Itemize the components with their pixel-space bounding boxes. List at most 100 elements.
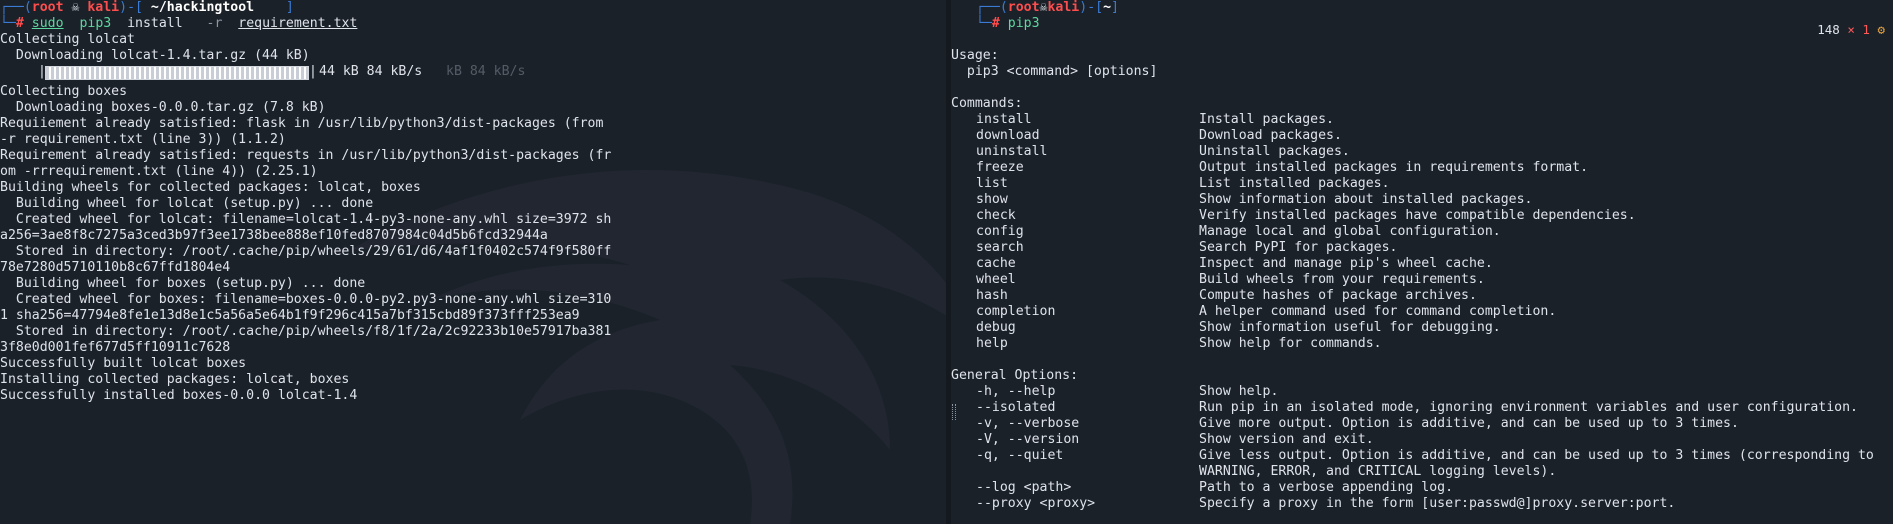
output-line: Installing collected packages: lolcat, b… <box>0 372 350 387</box>
output-line: 1 sha256=47794e8fe1e13d8e1c5a56a5e64b1f9… <box>0 308 580 323</box>
command-row-description: List installed packages. <box>1199 176 1390 191</box>
command-row: freeze Output installed packages in requi… <box>951 160 1893 176</box>
right-terminal-pane[interactable]: ┌──(root☠kali)-[~] └─# pip3 148 × 1 ⚙ Us… <box>951 0 1893 524</box>
commands-list: install Install packages. download Download… <box>951 112 1893 352</box>
option-row: --proxy <proxy> Specify a proxy in the fo… <box>951 496 1893 512</box>
command-row: help Show help for commands. <box>951 336 1893 352</box>
command-row: config Manage local and global configurat… <box>951 224 1893 240</box>
cmd-file: requirement.txt <box>238 16 358 31</box>
usage-line: pip3 <command> [options] <box>951 64 1158 79</box>
command-row-name: uninstall <box>976 144 1048 159</box>
prompt-user: root <box>1007 0 1040 15</box>
command-row-description: Show information useful for debugging. <box>1199 320 1501 335</box>
command-row-description: Compute hashes of package archives. <box>1199 288 1477 303</box>
command-row: show Show information about installed pac… <box>951 192 1893 208</box>
output-line: 3f8e0d001fef677d5ff10911c7628 <box>0 340 231 355</box>
output-line: Collecting lolcat <box>0 32 135 47</box>
option-row-name: --log <path> <box>976 480 1072 495</box>
option-row: --isolated Run pip in an isolated mode, i… <box>951 400 1893 416</box>
cmd-pip3: pip3 <box>79 16 112 31</box>
output-line: Successfully built lolcat boxes <box>0 356 247 371</box>
option-row: -v, --verbose Give more output. Option is… <box>951 416 1893 432</box>
command-row-description: Search PyPI for packages. <box>1199 240 1398 255</box>
output-line: Building wheels for collected packages: … <box>0 180 421 195</box>
command-row-description: Show information about installed package… <box>1199 192 1533 207</box>
prompt-directory: ~ <box>1103 0 1112 15</box>
output-line: 78e7280d5710110b8c67ffd1804e4 <box>0 260 231 275</box>
option-row-name: -V, --version <box>976 432 1080 447</box>
output-line: Stored in directory: /root/.cache/pip/wh… <box>0 244 612 259</box>
output-line: Downloading lolcat-1.4.tar.gz (44 kB) <box>0 48 310 63</box>
command-row-description: Build wheels from your requirements. <box>1199 272 1485 287</box>
command-row: install Install packages. <box>951 112 1893 128</box>
usage-header: Usage: <box>951 48 999 63</box>
command-row: debug Show information useful for debuggi… <box>951 320 1893 336</box>
command-row-description: Uninstall packages. <box>1199 144 1350 159</box>
option-row-name: -q, --quiet <box>976 448 1064 463</box>
command-row-description: Download packages. <box>1199 128 1342 143</box>
cmd-sudo: sudo <box>31 16 64 31</box>
option-row-name: --proxy <proxy> <box>976 496 1096 511</box>
output-line: Created wheel for boxes: filename=boxes-… <box>0 292 612 307</box>
command-row-description: Inspect and manage pip's wheel cache. <box>1199 256 1493 271</box>
cmd-pip3: pip3 <box>1007 16 1040 31</box>
command-row-description: Manage local and global configuration. <box>1199 224 1501 239</box>
options-list: -h, --help Show help. --isolated Run pip in… <box>951 384 1893 512</box>
command-row: hash Compute hashes of package archives. <box>951 288 1893 304</box>
cmd-install: install <box>127 16 183 31</box>
option-row-name: -v, --verbose <box>976 416 1080 431</box>
output-line: -r requirement.txt (line 3)) (1.1.2) <box>0 132 286 147</box>
command-row: download Download packages. <box>951 128 1893 144</box>
command-row: check Verify installed packages have comp… <box>951 208 1893 224</box>
download-progress-bar <box>45 66 309 80</box>
command-row-name: cache <box>976 256 1016 271</box>
command-row-description: Show help for commands. <box>1199 336 1382 351</box>
command-row-name: download <box>976 128 1040 143</box>
output-line: a256=3ae8f8c7275a3ced3b97f3ee1738bee888e… <box>0 228 548 243</box>
output-line: Requirement already satisfied: requests … <box>0 148 612 163</box>
output-line: Created wheel for lolcat: filename=lolca… <box>0 212 612 227</box>
command-row: completion A helper command used for comm… <box>951 304 1893 320</box>
option-row-description: Path to a verbose appending log. <box>1199 480 1454 495</box>
right-prompt-line-1: ┌──(root☠kali)-[~] <box>976 0 1119 15</box>
output-line: Building wheel for boxes (setup.py) ... … <box>0 276 366 291</box>
option-row: -q, --quiet Give less output. Option is a… <box>951 448 1893 480</box>
left-terminal-pane[interactable]: ┌──(root ☠ kali)-[ ~/hackingtool ] └─# s… <box>0 0 946 524</box>
command-row-name: freeze <box>976 160 1024 175</box>
output-line: Stored in directory: /root/.cache/pip/wh… <box>0 324 612 339</box>
prompt-host: kali <box>87 0 120 15</box>
option-row: --log <path> Path to a verbose appending … <box>951 480 1893 496</box>
output-block-bottom: Collecting boxes Downloading boxes-0.0.0… <box>0 84 946 404</box>
prompt-directory: ~/hackingtool <box>150 0 255 15</box>
option-row-description: Give more output. Option is additive, an… <box>1199 416 1739 431</box>
command-row-description: Verify installed packages have compatibl… <box>1199 208 1636 223</box>
command-row-name: debug <box>976 320 1016 335</box>
command-row: cache Inspect and manage pip's wheel cach… <box>951 256 1893 272</box>
command-row: list List installed packages. <box>951 176 1893 192</box>
command-row-name: hash <box>976 288 1008 303</box>
command-row-name: install <box>976 112 1032 127</box>
command-row-name: completion <box>976 304 1056 319</box>
output-line: Successfully installed boxes-0.0.0 lolca… <box>0 388 358 403</box>
command-row-name: help <box>976 336 1008 351</box>
output-line: Downloading boxes-0.0.0.tar.gz (7.8 kB) <box>0 100 326 115</box>
output-line: Collecting boxes <box>0 84 128 99</box>
output-block-top: Collecting lolcat Downloading lolcat-1.4… <box>0 32 946 64</box>
option-row: -h, --help Show help. <box>951 384 1893 400</box>
option-row-description: Specify a proxy in the form [user:passwd… <box>1199 496 1676 511</box>
prompt-line-2: └─# sudo pip3 install -r requirement.txt <box>0 16 358 31</box>
option-row: -V, --version Show version and exit. <box>951 432 1893 448</box>
download-progress-line: | | 44 kB 84 kB/s kB 84 kB/s <box>38 64 526 80</box>
option-row-name: -h, --help <box>976 384 1056 399</box>
progress-text: 44 kB 84 kB/s <box>319 64 423 79</box>
command-row-name: check <box>976 208 1016 223</box>
output-line: Building wheel for lolcat (setup.py) ...… <box>0 196 374 211</box>
command-row-name: config <box>976 224 1024 239</box>
command-row-description: Install packages. <box>1199 112 1334 127</box>
command-row-description: Output installed packages in requirement… <box>1199 160 1589 175</box>
command-row-name: wheel <box>976 272 1016 287</box>
option-row-description: Show version and exit. <box>1199 432 1374 447</box>
